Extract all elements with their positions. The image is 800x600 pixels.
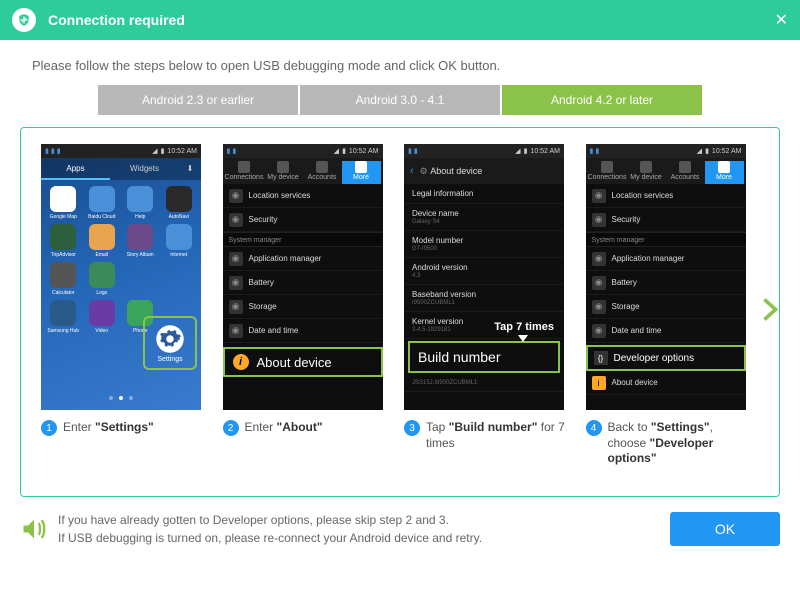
tab-android-3-0[interactable]: Android 3.0 - 4.1 (300, 85, 500, 115)
next-chevron-icon[interactable] (759, 295, 781, 330)
tab-android-2-3[interactable]: Android 2.3 or earlier (98, 85, 298, 115)
tab-android-4-2[interactable]: Android 4.2 or later (502, 85, 702, 115)
build-number-highlight: Tap 7 times Build number (408, 341, 560, 373)
shield-icon (12, 8, 36, 32)
window-title: Connection required (48, 12, 185, 28)
gear-icon (155, 324, 185, 354)
step-badge-4: 4 (586, 420, 602, 436)
ok-button[interactable]: OK (670, 512, 780, 546)
close-icon[interactable]: ✕ (775, 10, 788, 30)
step-3: ▮▮◢▮10:52 AM ‹⚙ About device Legal infor… (404, 144, 570, 467)
phone-screenshot-2: ▮▮◢▮10:52 AM Connections My device Accou… (223, 144, 383, 410)
phone-screenshot-4: ▮▮◢▮10:52 AM Connections My device Accou… (586, 144, 746, 410)
about-device-highlight: i About device (223, 347, 383, 377)
step-text-2: Enter "About" (245, 420, 323, 436)
settings-app-highlight: Settings (143, 316, 197, 370)
step-2: ▮▮◢▮10:52 AM Connections My device Accou… (223, 144, 389, 467)
tap-7-times-label: Tap 7 times (494, 321, 554, 333)
step-text-1: Enter "Settings" (63, 420, 154, 436)
arrow-down-icon (518, 335, 528, 342)
dev-icon: {} (594, 351, 608, 365)
step-text-3: Tap "Build number" for 7 times (426, 420, 570, 451)
steps-panel: ▮▮▮◢▮10:52 AM Apps Widgets ⬇ Google MapB… (20, 127, 780, 497)
step-badge-3: 3 (404, 420, 420, 436)
instruction-text: Please follow the steps below to open US… (0, 40, 800, 85)
footer-line-1: If you have already gotten to Developer … (58, 511, 670, 529)
step-badge-2: 2 (223, 420, 239, 436)
info-icon: i (233, 354, 249, 370)
phone-screenshot-3: ▮▮◢▮10:52 AM ‹⚙ About device Legal infor… (404, 144, 564, 410)
speaker-icon (20, 515, 48, 543)
titlebar: Connection required ✕ (0, 0, 800, 40)
developer-options-highlight: {} Developer options (586, 345, 746, 371)
step-1: ▮▮▮◢▮10:52 AM Apps Widgets ⬇ Google MapB… (41, 144, 207, 467)
android-version-tabs: Android 2.3 or earlier Android 3.0 - 4.1… (0, 85, 800, 127)
footer-line-2: If USB debugging is turned on, please re… (58, 529, 670, 547)
step-text-4: Back to "Settings", choose "Developer op… (608, 420, 752, 467)
step-4: ▮▮◢▮10:52 AM Connections My device Accou… (586, 144, 752, 467)
step-badge-1: 1 (41, 420, 57, 436)
footer: If you have already gotten to Developer … (20, 511, 780, 547)
phone-screenshot-1: ▮▮▮◢▮10:52 AM Apps Widgets ⬇ Google MapB… (41, 144, 201, 410)
